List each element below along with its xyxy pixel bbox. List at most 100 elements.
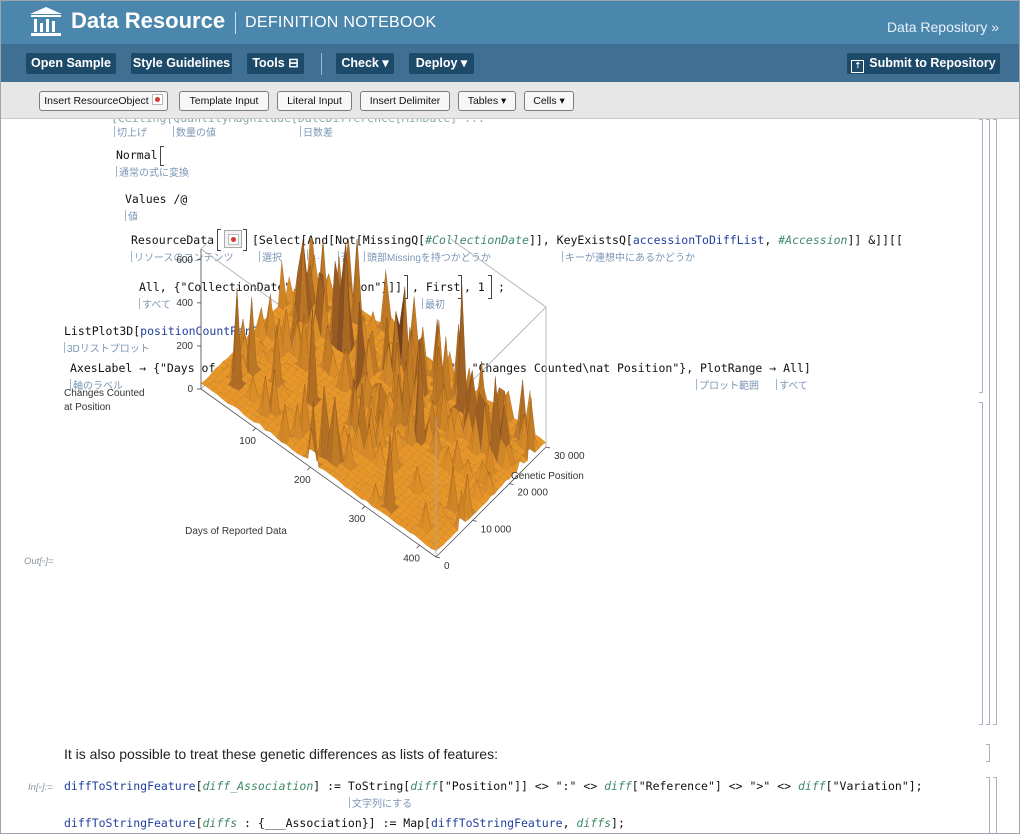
deploy-menu-button[interactable]: Deploy ▾ <box>409 53 474 74</box>
template-input-button[interactable]: Template Input <box>179 91 269 111</box>
bracket <box>160 146 164 166</box>
input-cell-bracket[interactable] <box>986 777 990 833</box>
code-comma: , <box>562 816 577 830</box>
listplot3d-graphic[interactable]: 100 200 300 400 0 10 000 20 000 30 000 0 200 400 60… <box>61 239 601 569</box>
code-fn-name: diffToStringFeature <box>64 779 196 793</box>
tables-menu-button[interactable]: Tables ▾ <box>458 91 516 111</box>
upload-icon: ⇡ <box>851 60 865 73</box>
out-label: Out[▫]= <box>24 556 54 567</box>
code-comma: , <box>764 233 779 247</box>
annotation-values: 値 <box>125 208 138 223</box>
z-tick-label: 200 <box>176 341 193 352</box>
notebook-body[interactable]: [Ceiling[QuantityMagnitude[DateDifferenc… <box>1 119 1019 833</box>
y-tick-label: 0 <box>444 561 450 569</box>
code-fn-name: diffToStringFeature <box>64 816 196 830</box>
text-cell-bracket[interactable] <box>986 744 990 762</box>
code-normal[interactable]: Normal <box>116 148 158 162</box>
surface-patch <box>277 260 288 310</box>
annotation-ceiling: 切上げ <box>114 124 147 139</box>
z-axis-label-line1: Changes Counted <box>64 388 145 399</box>
annotation-normal: 通常の式に変換 <box>116 164 189 179</box>
text-paragraph: It is also possible to treat these genet… <box>64 746 498 762</box>
y-axis-label: Genetic Position <box>511 471 584 482</box>
toolbar-divider <box>321 53 322 75</box>
y-tick <box>435 556 441 559</box>
style-guidelines-button[interactable]: Style Guidelines <box>131 53 232 74</box>
library-icon <box>30 7 62 36</box>
tools-button[interactable]: Tools ⊟ <box>247 53 304 74</box>
y-tick-label: 20 000 <box>517 488 548 499</box>
x-tick-label: 100 <box>239 436 256 447</box>
y-tick-label: 30 000 <box>554 451 585 462</box>
code-diff-def-2[interactable]: diffToStringFeature[diffs : {___Associat… <box>64 816 625 830</box>
insert-delimiter-button[interactable]: Insert Delimiter <box>360 91 450 111</box>
x-tick-label: 400 <box>403 553 420 564</box>
code-diffs-var: diffs <box>202 816 238 830</box>
data-repository-link[interactable]: Data Repository » <box>887 19 999 35</box>
resource-object-icon <box>151 94 163 105</box>
header-divider <box>235 12 236 34</box>
code-diff-var: diff <box>410 779 438 793</box>
x-tick <box>307 466 311 471</box>
code-bracket: [ <box>195 779 203 793</box>
cell-bracket[interactable] <box>979 119 983 393</box>
plot-box-edge <box>200 239 212 250</box>
code-diff-var: diff <box>604 779 632 793</box>
output-cell-bracket[interactable] <box>979 402 983 725</box>
code-select-g: ]] &]][[ <box>847 233 903 247</box>
code-map-part: : {___Association}] := Map[ <box>237 816 431 830</box>
insert-resourceobject-button[interactable]: Insert ResourceObject <box>39 91 168 111</box>
z-tick-label: 400 <box>176 298 193 309</box>
z-tick-label: 0 <box>187 384 193 395</box>
annotation-plotrange: プロット範囲 <box>696 377 759 392</box>
code-diff-var: diff <box>797 779 826 793</box>
header-bar: Data Resource DEFINITION NOTEBOOK Data R… <box>1 1 1019 44</box>
y-tick <box>509 483 514 486</box>
palette-bar: Insert ResourceObject Template Input Lit… <box>1 82 1019 119</box>
main-toolbar: Open Sample Style Guidelines Tools ⊟ Che… <box>1 44 1019 82</box>
x-tick <box>416 544 420 549</box>
code-accession-slot: #Accession <box>778 233 848 247</box>
notebook-window: Data Resource DEFINITION NOTEBOOK Data R… <box>0 0 1020 834</box>
annotation-days: 日数差 <box>300 124 333 139</box>
code-diff-def-1[interactable]: diffToStringFeature[diff_Association] :=… <box>64 779 923 793</box>
cell-group-bracket[interactable] <box>986 119 990 725</box>
check-menu-button[interactable]: Check ▾ <box>336 53 394 74</box>
z-axis-label-line2: at Position <box>64 402 111 413</box>
code-position-part: ["Position"]] <> ":" <> <box>437 779 605 793</box>
x-tick-label: 200 <box>294 475 311 486</box>
code-end: ]; <box>611 816 625 830</box>
annotation-tostring: 文字列にする <box>349 795 412 810</box>
code-values[interactable]: Values /@ <box>125 192 187 206</box>
literal-input-button[interactable]: Literal Input <box>277 91 352 111</box>
code-accession-var: accessionToDiffList <box>632 233 765 247</box>
annotation-all-2: すべて <box>776 377 808 392</box>
code-bracket: [ <box>195 816 203 830</box>
open-sample-button[interactable]: Open Sample <box>26 53 116 74</box>
y-tick <box>545 446 551 449</box>
x-tick-label: 300 <box>349 514 366 525</box>
cells-menu-button[interactable]: Cells ▾ <box>524 91 574 111</box>
code-variation-part: ["Variation"]; <box>825 779 923 793</box>
submit-to-repository-button[interactable]: ⇡ Submit to Repository <box>847 53 1000 74</box>
z-tick-label: 600 <box>176 255 193 266</box>
x-tick <box>361 505 366 510</box>
x-tick <box>252 427 256 432</box>
clipped-code-line: [Ceiling[QuantityMagnitude[DateDifferenc… <box>111 119 485 125</box>
y-tick <box>472 519 477 522</box>
cell-group-bracket[interactable] <box>993 119 997 725</box>
code-tostring: ] := ToString[ <box>313 779 411 793</box>
x-axis-label: Days of Reported Data <box>185 526 287 537</box>
code-diffs-var: diffs <box>576 816 612 830</box>
cell-group-bracket[interactable] <box>993 777 997 833</box>
code-reference-part: ["Reference"] <> ">" <> <box>631 779 798 793</box>
code-fn-name: diffToStringFeature <box>431 816 563 830</box>
code-pattern: diff_Association <box>202 779 314 793</box>
y-tick-label: 10 000 <box>481 524 512 535</box>
notebook-subtitle: DEFINITION NOTEBOOK <box>245 14 437 31</box>
submit-label: Submit to Repository <box>869 56 996 70</box>
insert-resource-label: Insert ResourceObject <box>44 95 149 107</box>
in-label: In[▫]:= <box>28 782 53 793</box>
brand-title: Data Resource <box>71 8 226 33</box>
annotation-quantity: 数量の値 <box>173 124 216 139</box>
